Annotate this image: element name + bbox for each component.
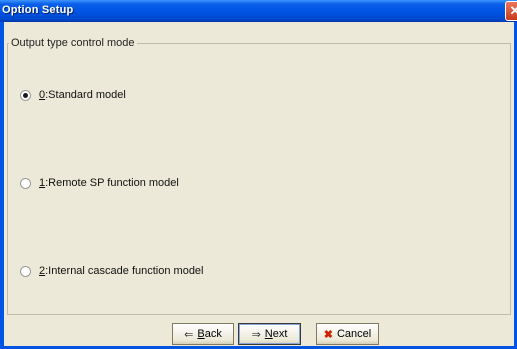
next-mnemonic: N xyxy=(264,328,273,340)
radio-internal-cascade-model[interactable] xyxy=(20,265,31,277)
next-arrow-icon: ⇒ xyxy=(251,328,261,341)
back-mnemonic: B xyxy=(197,328,205,340)
cancel-x-icon: ✖ xyxy=(323,328,333,341)
option-remote-sp-model[interactable]: 1:Remote SP function model xyxy=(20,175,179,191)
back-label: Back xyxy=(197,328,221,340)
option-label-remote: 1:Remote SP function model xyxy=(39,177,179,189)
back-rest: ack xyxy=(204,328,222,340)
window-title: Option Setup xyxy=(2,4,74,16)
cancel-button[interactable]: ✖ Cancel xyxy=(316,323,379,345)
next-button[interactable]: ⇒ Next xyxy=(238,323,301,345)
back-button[interactable]: ⇐ Back xyxy=(172,323,234,345)
title-bar[interactable]: Option Setup ✕ xyxy=(0,0,517,22)
option-text-0: :Standard model xyxy=(45,89,126,101)
radio-standard-model[interactable] xyxy=(20,89,31,101)
option-standard-model[interactable]: 0:Standard model xyxy=(20,87,126,103)
option-text-2: :Internal cascade function model xyxy=(45,265,204,277)
option-internal-cascade-model[interactable]: 2:Internal cascade function model xyxy=(20,263,204,279)
cancel-label: Cancel xyxy=(336,328,372,340)
option-text-1: :Remote SP function model xyxy=(45,177,179,189)
radio-remote-sp-model[interactable] xyxy=(20,177,31,189)
option-label-standard: 0:Standard model xyxy=(39,89,126,101)
group-label: Output type control mode xyxy=(9,37,137,49)
close-icon[interactable]: ✕ xyxy=(505,1,517,21)
option-label-cascade: 2:Internal cascade function model xyxy=(39,265,204,277)
next-rest: ext xyxy=(272,328,288,340)
back-arrow-icon: ⇐ xyxy=(184,328,194,341)
next-label: Next xyxy=(265,328,288,340)
